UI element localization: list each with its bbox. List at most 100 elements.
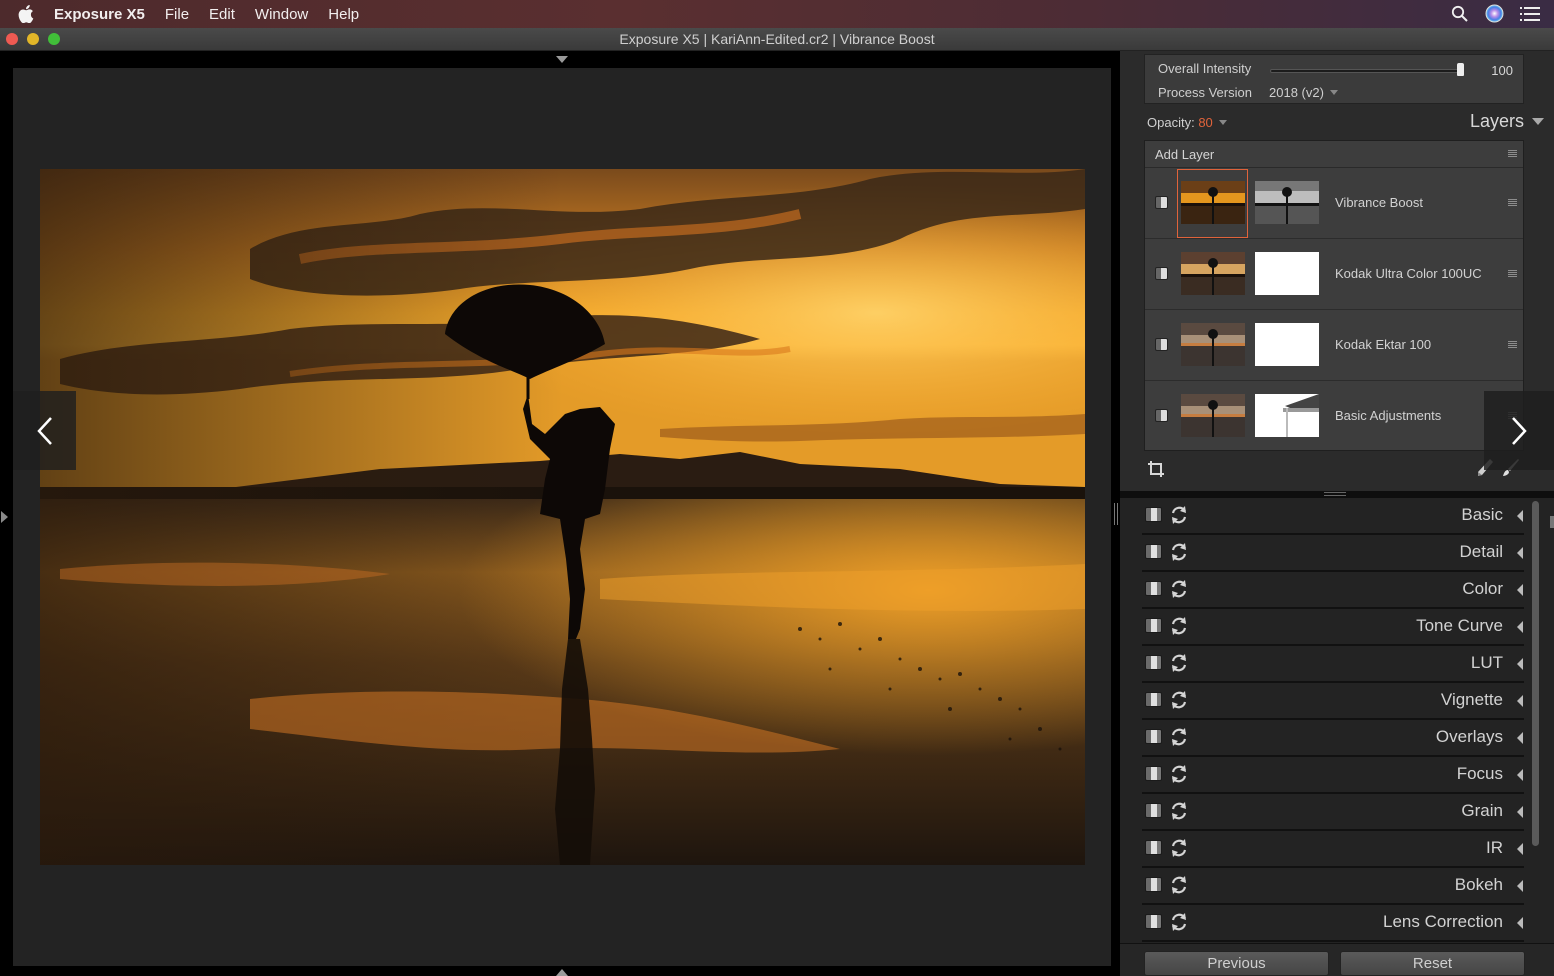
expand-triangle-icon[interactable] [1517,621,1523,633]
layer-row[interactable]: Vibrance Boost [1145,168,1523,239]
layer-menu-icon[interactable] [1508,270,1517,278]
layers-panel-toggle[interactable]: Layers [1470,111,1544,132]
previous-image-button[interactable] [13,391,76,470]
expand-triangle-icon[interactable] [1517,843,1523,855]
expand-triangle-icon[interactable] [1517,584,1523,596]
adjustment-panel-focus[interactable]: Focus [1142,757,1524,794]
adjustment-panel-overlays[interactable]: Overlays [1142,720,1524,757]
expand-triangle-icon[interactable] [1517,695,1523,707]
expand-triangle-icon[interactable] [1517,658,1523,670]
opacity-control[interactable]: Opacity: 80 [1147,115,1227,130]
adjustment-panel-tone-curve[interactable]: Tone Curve [1142,609,1524,646]
menu-icon[interactable] [1508,150,1517,158]
panel-resize-handle[interactable] [1114,503,1118,525]
splitter-grip-icon[interactable] [1324,492,1346,496]
overall-intensity-slider-thumb[interactable] [1457,63,1464,76]
panel-enable-toggle[interactable] [1145,840,1162,855]
reset-icon[interactable] [1170,875,1188,895]
panel-enable-toggle[interactable] [1145,729,1162,744]
chevron-right-icon [1512,416,1527,445]
adjustment-panel-detail[interactable]: Detail [1142,535,1524,572]
reset-icon[interactable] [1170,616,1188,636]
expand-triangle-icon[interactable] [1517,880,1523,892]
expand-triangle-icon[interactable] [1517,732,1523,744]
reset-icon[interactable] [1170,690,1188,710]
scrollbar[interactable] [1532,501,1539,846]
layer-visibility-toggle[interactable] [1155,196,1168,209]
menu-help[interactable]: Help [328,6,359,23]
reset-button[interactable]: Reset [1340,951,1525,976]
adjustment-panel-lens-correction[interactable]: Lens Correction [1142,905,1524,942]
layer-visibility-toggle[interactable] [1155,267,1168,280]
next-image-button[interactable] [1484,391,1554,470]
adjustment-panel-vignette[interactable]: Vignette [1142,683,1524,720]
layer-name: Kodak Ultra Color 100UC [1335,266,1482,281]
layer-row[interactable]: Basic Adjustments [1145,381,1523,452]
adjustment-panel-grain[interactable]: Grain [1142,794,1524,831]
main-photo [40,169,1085,865]
adjustment-panel-ir[interactable]: IR [1142,831,1524,868]
adjustment-panel-lut[interactable]: LUT [1142,646,1524,683]
panel-enable-toggle[interactable] [1145,877,1162,892]
close-window-button[interactable] [6,33,18,45]
reset-icon[interactable] [1170,764,1188,784]
panel-enable-toggle[interactable] [1145,914,1162,929]
previous-button[interactable]: Previous [1144,951,1329,976]
adjustment-panel-color[interactable]: Color [1142,572,1524,609]
reset-icon[interactable] [1170,505,1188,525]
layer-visibility-toggle[interactable] [1155,409,1168,422]
layer-visibility-toggle[interactable] [1155,338,1168,351]
menu-edit[interactable]: Edit [209,6,235,23]
adjustment-label: Basic [1461,505,1503,524]
crop-icon[interactable] [1147,460,1165,478]
collapse-left-arrow-icon[interactable] [1,511,8,523]
panel-enable-toggle[interactable] [1145,766,1162,781]
layer-menu-icon[interactable] [1508,199,1517,207]
adjustment-panels-list: Basic Detail Color Tone Curve LUT Vignette Ove… [1120,498,1554,943]
overall-intensity-slider[interactable] [1270,69,1460,73]
right-edge-handle[interactable] [1550,516,1554,528]
menu-app-name[interactable]: Exposure X5 [54,6,145,23]
notification-center-icon[interactable] [1520,6,1540,21]
reset-icon[interactable] [1170,727,1188,747]
expand-triangle-icon[interactable] [1517,806,1523,818]
zoom-window-button[interactable] [48,33,60,45]
add-layer-button[interactable]: Add Layer [1145,141,1523,168]
reset-icon[interactable] [1170,801,1188,821]
collapse-bottom-arrow-icon[interactable] [556,969,568,976]
opacity-value[interactable]: 80 [1198,115,1212,130]
panel-enable-toggle[interactable] [1145,618,1162,633]
panel-enable-toggle[interactable] [1145,544,1162,559]
process-version-dropdown[interactable]: 2018 (v2) [1269,85,1338,100]
reset-icon[interactable] [1170,838,1188,858]
panel-splitter[interactable] [1120,491,1554,498]
adjustment-panel-bokeh[interactable]: Bokeh [1142,868,1524,905]
menu-file[interactable]: File [165,6,189,23]
panel-enable-toggle[interactable] [1145,581,1162,596]
layer-menu-icon[interactable] [1508,341,1517,349]
adjustment-panel-basic[interactable]: Basic [1142,498,1524,535]
siri-icon[interactable] [1485,4,1504,23]
apple-logo-icon[interactable] [18,5,34,23]
layer-row[interactable]: Kodak Ektar 100 [1145,310,1523,381]
search-icon[interactable] [1451,5,1469,23]
overall-intensity-label: Overall Intensity [1158,61,1252,76]
expand-triangle-icon[interactable] [1517,547,1523,559]
expand-triangle-icon[interactable] [1517,510,1523,522]
reset-icon[interactable] [1170,542,1188,562]
menu-window[interactable]: Window [255,6,308,23]
panel-enable-toggle[interactable] [1145,655,1162,670]
intensity-box: Overall Intensity 100 Process Version 20… [1144,54,1524,104]
panel-enable-toggle[interactable] [1145,507,1162,522]
collapse-top-arrow-icon[interactable] [556,56,568,63]
reset-icon[interactable] [1170,579,1188,599]
panel-enable-toggle[interactable] [1145,692,1162,707]
panel-enable-toggle[interactable] [1145,803,1162,818]
reset-icon[interactable] [1170,653,1188,673]
layer-row[interactable]: Kodak Ultra Color 100UC [1145,239,1523,310]
expand-triangle-icon[interactable] [1517,769,1523,781]
reset-icon[interactable] [1170,912,1188,932]
expand-triangle-icon[interactable] [1517,917,1523,929]
minimize-window-button[interactable] [27,33,39,45]
right-panel: Overall Intensity 100 Process Version 20… [1120,51,1554,976]
